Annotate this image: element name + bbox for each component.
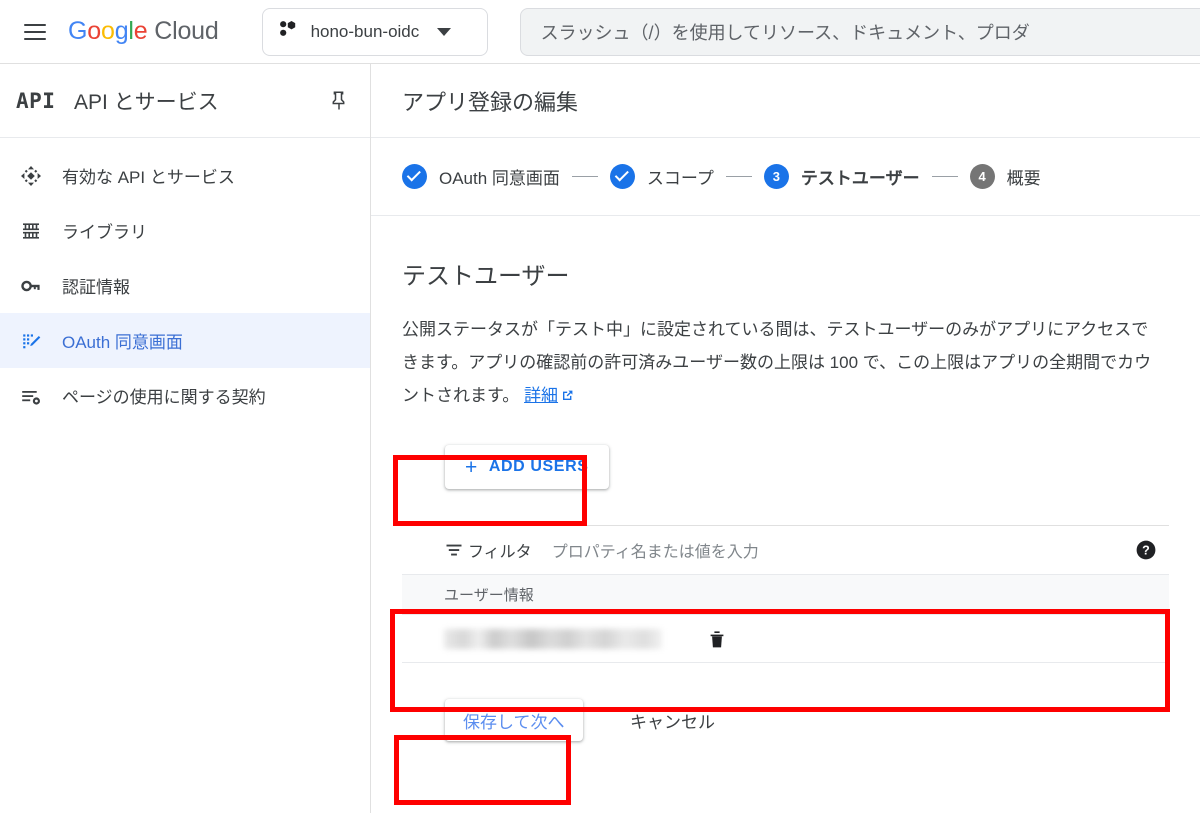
sidebar-nav: 有効な API とサービス ライブラリ 認証情報 OAuth 同意画面 ページの… <box>0 138 370 423</box>
user-info-redacted <box>444 628 662 649</box>
step-connector <box>931 175 958 178</box>
sidebar-item-label: 有効な API とサービス <box>62 168 235 187</box>
sidebar-item-credentials[interactable]: 認証情報 <box>0 258 370 313</box>
save-and-continue-button[interactable]: 保存して次へ <box>445 699 583 741</box>
step-summary[interactable]: 4 概要 <box>969 164 1041 189</box>
step-label: スコープ <box>646 169 714 188</box>
column-header-user-info: ユーザー情報 <box>444 587 534 604</box>
cancel-label: キャンセル <box>630 712 715 732</box>
table-row[interactable] <box>402 615 1169 663</box>
user-table: ユーザー情報 <box>402 574 1169 663</box>
step-number: 4 <box>969 164 995 189</box>
step-connector <box>725 175 752 178</box>
sidebar-item-oauth-consent[interactable]: OAuth 同意画面 <box>0 313 370 368</box>
section-description: 公開ステータスが「テスト中」に設定されている間は、テストユーザーのみがアプリにア… <box>402 313 1162 413</box>
section-title: テストユーザー <box>402 263 570 290</box>
project-selector[interactable]: hono-bun-oidc <box>261 7 488 56</box>
sidebar: API API とサービス 有効な API とサービス ライブラリ 認証情報 O… <box>0 64 371 813</box>
stepper-divider <box>371 215 1200 216</box>
step-number: 3 <box>763 164 789 189</box>
section-description-text: 公開ステータスが「テスト中」に設定されている間は、テストユーザーのみがアプリにア… <box>402 320 1152 405</box>
step-test-users[interactable]: 3 テストユーザー <box>763 164 920 189</box>
page-title-text: アプリ登録の編集 <box>402 89 579 115</box>
search-input[interactable]: スラッシュ（/）を使用してリソース、ドキュメント、プロダ <box>519 7 1200 56</box>
hamburger-menu-icon[interactable] <box>24 23 46 40</box>
cancel-button[interactable]: キャンセル <box>624 699 721 741</box>
sidebar-item-label: ページの使用に関する契約 <box>62 388 266 407</box>
chevron-down-icon <box>437 27 452 36</box>
oauth-consent-pencil-icon <box>20 330 62 352</box>
external-link-icon <box>561 380 574 413</box>
page-title: アプリ登録の編集 <box>371 64 1200 137</box>
sidebar-item-label: 認証情報 <box>62 278 130 297</box>
project-dots-icon <box>277 19 299 44</box>
test-users-section: テストユーザー 公開ステータスが「テスト中」に設定されている間は、テストユーザー… <box>371 256 1200 759</box>
trash-icon[interactable] <box>708 629 726 649</box>
plus-icon: + <box>465 455 478 479</box>
sidebar-item-enabled-apis[interactable]: 有効な API とサービス <box>0 148 370 203</box>
filter-row: フィルタ プロパティ名または値を入力 ? <box>402 526 1169 574</box>
google-cloud-logo[interactable]: Google Cloud <box>68 17 219 46</box>
add-users-row: + ADD USERS <box>402 435 1169 495</box>
pin-icon[interactable] <box>326 88 352 114</box>
step-label: テストユーザー <box>800 169 920 188</box>
list-gear-icon <box>20 385 62 407</box>
top-app-bar: Google Cloud hono-bun-oidc スラッシュ（/）を使用して… <box>0 0 1200 64</box>
step-label: 概要 <box>1006 169 1041 188</box>
four-direction-arrow-icon <box>20 165 62 187</box>
form-actions: 保存して次へ キャンセル <box>402 681 1169 759</box>
sidebar-header: API API とサービス <box>0 64 370 137</box>
step-check-icon <box>609 164 635 189</box>
user-table-wrap: フィルタ プロパティ名または値を入力 ? ユーザー情報 <box>402 525 1169 663</box>
wizard-stepper: OAuth 同意画面 スコープ 3 テストユーザー 4 概要 <box>371 138 1200 215</box>
help-circle-icon[interactable]: ? <box>1135 539 1157 561</box>
filter-input[interactable]: プロパティ名または値を入力 <box>552 538 1135 562</box>
sidebar-item-page-usage-agreement[interactable]: ページの使用に関する契約 <box>0 368 370 423</box>
sidebar-item-library[interactable]: ライブラリ <box>0 203 370 258</box>
search-placeholder: スラッシュ（/）を使用してリソース、ドキュメント、プロダ <box>540 22 1030 43</box>
library-columns-icon <box>20 220 62 242</box>
filter-label: フィルタ <box>468 544 532 561</box>
step-oauth-consent[interactable]: OAuth 同意画面 <box>402 164 560 189</box>
svg-text:?: ? <box>1142 544 1150 558</box>
api-logo: API <box>16 88 56 113</box>
sidebar-item-label: ライブラリ <box>62 223 147 242</box>
sidebar-title: API とサービス <box>74 90 219 114</box>
add-users-label: ADD USERS <box>488 458 589 475</box>
step-connector <box>571 175 598 178</box>
step-check-icon <box>402 164 427 189</box>
step-scopes[interactable]: スコープ <box>609 164 714 189</box>
sidebar-item-label: OAuth 同意画面 <box>62 333 183 352</box>
learn-more-link[interactable]: 詳細 <box>524 386 558 405</box>
add-users-button[interactable]: + ADD USERS <box>445 445 609 489</box>
main-content: アプリ登録の編集 OAuth 同意画面 スコープ 3 テストユーザー 4 概要 … <box>371 64 1200 813</box>
step-label: OAuth 同意画面 <box>439 169 560 188</box>
project-name: hono-bun-oidc <box>310 21 420 41</box>
save-label: 保存して次へ <box>463 712 565 732</box>
filter-icon[interactable] <box>444 540 468 560</box>
key-icon <box>20 275 62 297</box>
table-header-row: ユーザー情報 <box>402 575 1169 615</box>
